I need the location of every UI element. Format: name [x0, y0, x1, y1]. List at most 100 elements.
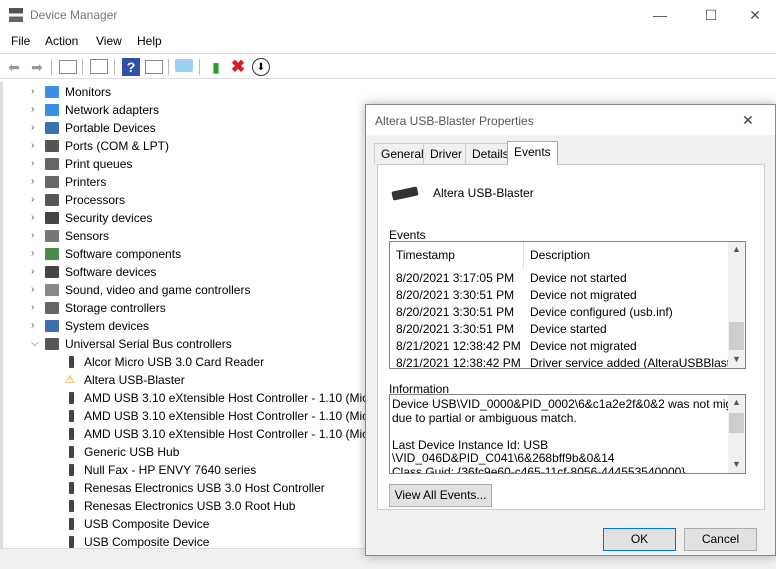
tree-category[interactable]: › Network adapters	[3, 101, 383, 119]
help-icon[interactable]: ?	[122, 58, 140, 76]
tree-device-label: Altera USB-Blaster	[84, 373, 185, 387]
information-scrollbar[interactable]: ▲ ▼	[728, 395, 745, 473]
scrollbar-thumb[interactable]	[729, 322, 744, 350]
scrollbar-thumb[interactable]	[729, 413, 744, 433]
tab-driver[interactable]: Driver	[423, 143, 469, 164]
toolbar: ⬅ ➡ ? ▮ ✖ ⬇	[0, 53, 776, 79]
scroll-down-icon[interactable]: ▼	[732, 354, 741, 364]
event-description: Device not started	[530, 271, 627, 285]
category-icon	[45, 176, 59, 188]
tree-category[interactable]: › Storage controllers	[3, 299, 383, 317]
chevron-right-icon[interactable]: ›	[31, 173, 41, 191]
tree-category-label: Monitors	[65, 85, 112, 99]
tree-category[interactable]: › Printers	[3, 173, 383, 191]
menu-file[interactable]: File	[11, 34, 30, 48]
forward-icon[interactable]: ➡	[28, 58, 46, 76]
tree-category-label: Sensors	[65, 229, 110, 243]
tree-device[interactable]: ⚠ Altera USB-Blaster	[3, 371, 383, 389]
chevron-right-icon[interactable]: ›	[31, 299, 41, 317]
chevron-right-icon[interactable]: ›	[31, 83, 41, 101]
tree-category[interactable]: › Processors	[3, 191, 383, 209]
tree-device-label: Alcor Micro USB 3.0 Card Reader	[84, 355, 265, 369]
tree-category-label: Software devices	[65, 265, 157, 279]
properties-icon[interactable]	[90, 59, 108, 74]
tree-device[interactable]: USB Composite Device	[3, 515, 383, 533]
tree-category[interactable]: ⌵ Universal Serial Bus controllers	[3, 335, 383, 353]
tree-device[interactable]: AMD USB 3.10 eXtensible Host Controller …	[3, 407, 402, 425]
chevron-right-icon[interactable]: ›	[31, 191, 41, 209]
menu-view[interactable]: View	[96, 34, 122, 48]
scroll-down-icon[interactable]: ▼	[732, 459, 741, 469]
back-icon[interactable]: ⬅	[5, 58, 23, 76]
usb-icon	[69, 392, 74, 404]
scroll-up-icon[interactable]: ▲	[732, 244, 741, 254]
tree-category[interactable]: › Security devices	[3, 209, 383, 227]
tree-device[interactable]: Null Fax - HP ENVY 7640 series	[3, 461, 383, 479]
menu-help[interactable]: Help	[137, 34, 162, 48]
category-icon	[45, 212, 59, 224]
close-button[interactable]: ✕	[732, 0, 776, 30]
disable-device-icon[interactable]: ⬇	[252, 58, 270, 76]
tree-device-label: Generic USB Hub	[84, 445, 180, 459]
tree-device[interactable]: Generic USB Hub	[3, 443, 383, 461]
column-header-timestamp[interactable]: Timestamp	[396, 247, 455, 264]
device-name: Altera USB-Blaster	[433, 186, 534, 200]
events-scrollbar[interactable]: ▲ ▼	[728, 242, 745, 368]
event-timestamp: 8/20/2021 3:17:05 PM	[396, 271, 515, 285]
chevron-right-icon[interactable]: ›	[31, 263, 41, 281]
ok-button[interactable]: OK	[603, 528, 676, 551]
information-line: Class Guid: {36fc9e60-c465-11cf-8056-444…	[392, 464, 686, 474]
tree-device-label: Renesas Electronics USB 3.0 Root Hub	[84, 499, 296, 513]
events-label: Events	[389, 228, 426, 242]
tree-category-label: Network adapters	[65, 103, 160, 117]
chevron-right-icon[interactable]: ›	[31, 155, 41, 173]
tree-device[interactable]: USB Composite Device	[3, 533, 383, 548]
tree-device[interactable]: AMD USB 3.10 eXtensible Host Controller …	[3, 389, 402, 407]
tree-category[interactable]: › Portable Devices	[3, 119, 383, 137]
chevron-right-icon[interactable]: ›	[31, 281, 41, 299]
tree-device-label: Null Fax - HP ENVY 7640 series	[84, 463, 257, 477]
tree-category-label: Print queues	[65, 157, 133, 171]
show-action-pane-icon[interactable]	[145, 60, 163, 74]
show-hide-console-tree-icon[interactable]	[59, 60, 77, 74]
scan-hardware-icon[interactable]	[175, 59, 193, 72]
scroll-up-icon[interactable]: ▲	[732, 397, 741, 407]
tree-device-label: USB Composite Device	[84, 517, 210, 531]
dialog-close-button[interactable]: ✕	[742, 112, 754, 129]
tree-device[interactable]: Renesas Electronics USB 3.0 Host Control…	[3, 479, 383, 497]
tree-category[interactable]: › Software components	[3, 245, 383, 263]
chevron-right-icon[interactable]: ›	[31, 137, 41, 155]
tree-device[interactable]: Renesas Electronics USB 3.0 Root Hub	[3, 497, 383, 515]
tree-device[interactable]: AMD USB 3.10 eXtensible Host Controller …	[3, 425, 402, 443]
usb-icon	[69, 410, 74, 422]
column-header-description[interactable]: Description	[530, 247, 590, 264]
chevron-right-icon[interactable]: ›	[31, 119, 41, 137]
tree-category[interactable]: › System devices	[3, 317, 383, 335]
tree-category[interactable]: › Monitors	[3, 83, 383, 101]
category-icon	[45, 248, 59, 260]
uninstall-icon[interactable]: ✖	[229, 58, 247, 76]
category-icon	[45, 266, 59, 278]
chevron-right-icon[interactable]: ›	[31, 245, 41, 263]
menu-action[interactable]: Action	[45, 34, 78, 48]
tree-category[interactable]: › Software devices	[3, 263, 383, 281]
maximize-button[interactable]: ☐	[688, 0, 734, 30]
view-all-events-button[interactable]: View All Events...	[389, 484, 492, 507]
information-textbox[interactable]: Device USB\VID_0000&PID_0002\6&c1a2e2f&0…	[389, 394, 746, 474]
tree-category[interactable]: › Print queues	[3, 155, 383, 173]
chevron-down-icon[interactable]: ⌵	[31, 335, 41, 353]
chevron-right-icon[interactable]: ›	[31, 227, 41, 245]
update-driver-icon[interactable]: ▮	[207, 58, 225, 76]
tree-category[interactable]: › Ports (COM & LPT)	[3, 137, 383, 155]
tree-category-label: Printers	[65, 175, 107, 189]
tree-category[interactable]: › Sound, video and game controllers	[3, 281, 383, 299]
event-description: Driver service added (AlteraUSBBlaster)	[530, 356, 745, 369]
tab-events[interactable]: Events	[507, 141, 558, 165]
minimize-button[interactable]: —	[637, 0, 683, 30]
chevron-right-icon[interactable]: ›	[31, 317, 41, 335]
chevron-right-icon[interactable]: ›	[31, 209, 41, 227]
tree-device[interactable]: Alcor Micro USB 3.0 Card Reader	[3, 353, 383, 371]
chevron-right-icon[interactable]: ›	[31, 101, 41, 119]
tree-category[interactable]: › Sensors	[3, 227, 383, 245]
cancel-button[interactable]: Cancel	[684, 528, 757, 551]
